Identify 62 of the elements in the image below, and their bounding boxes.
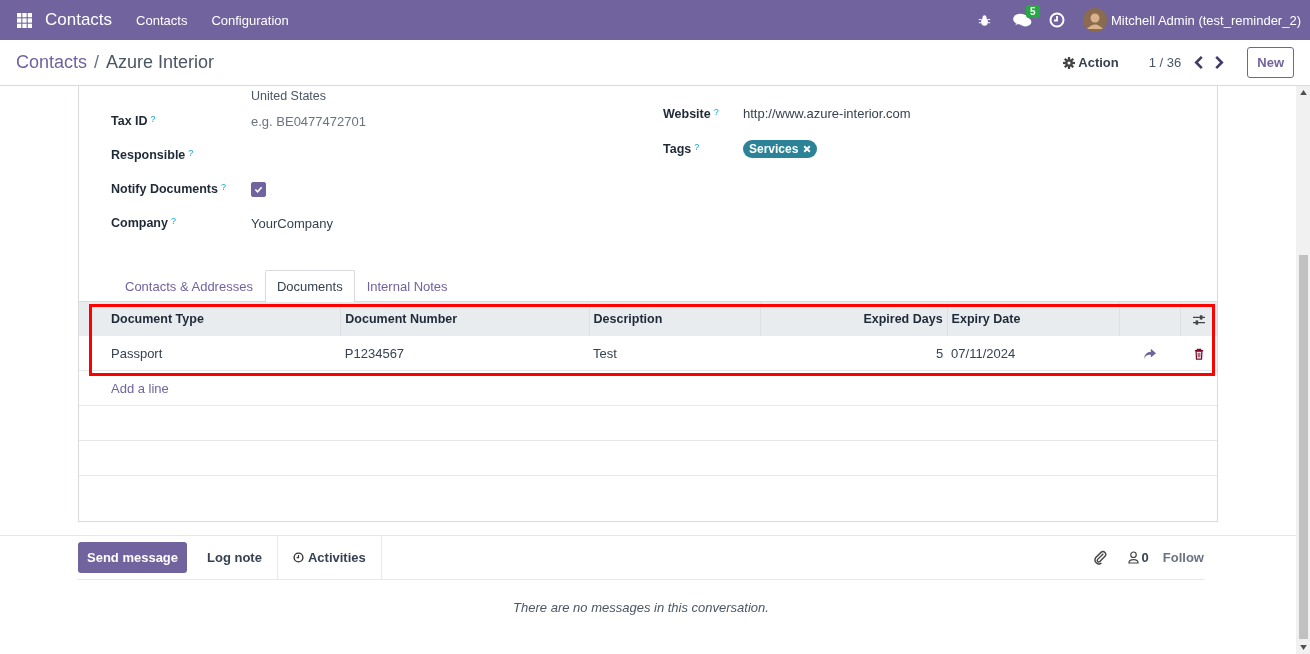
menu-item[interactable]: Contacts	[136, 12, 188, 28]
help-mark[interactable]: ?	[713, 106, 719, 117]
tag-chip[interactable]: Services	[743, 139, 818, 158]
field-label: Website	[663, 106, 711, 121]
scroll-down-icon[interactable]	[1299, 645, 1307, 650]
help-mark[interactable]: ?	[188, 148, 194, 158]
breadcrumb-separator: /	[94, 52, 100, 73]
chat-icon[interactable]	[1012, 12, 1032, 28]
remove-icon[interactable]	[803, 144, 812, 153]
scrollbar[interactable]	[1296, 86, 1310, 654]
field-label: Company	[111, 216, 168, 230]
table-cell: Passport	[79, 336, 341, 371]
paperclip-icon[interactable]	[1092, 550, 1108, 565]
check-icon	[254, 184, 263, 194]
help-mark[interactable]: ?	[150, 114, 156, 124]
scroll-up-icon[interactable]	[1299, 90, 1307, 95]
tab[interactable]: Contacts & Addresses	[113, 270, 265, 301]
tab[interactable]: Documents	[264, 270, 355, 302]
field-label: Responsible	[111, 148, 186, 162]
website-link[interactable]: http://www.azure-interior.com	[743, 106, 911, 121]
menu-item[interactable]: Configuration	[211, 12, 289, 28]
app-name[interactable]: Contacts	[45, 10, 113, 30]
user-name[interactable]: Mitchell Admin (test_reminder_2)	[1110, 12, 1301, 28]
share-arrow-icon[interactable]	[1143, 348, 1158, 361]
help-mark[interactable]: ?	[170, 216, 176, 226]
empty-conversation-text: There are no messages in this conversation.	[512, 600, 770, 615]
field-value: YourCompany	[251, 215, 333, 231]
followers-button[interactable]: 0	[1127, 550, 1149, 565]
table-cell: P1234567	[340, 336, 590, 371]
action-button[interactable]: Action	[1063, 55, 1119, 70]
clock-icon[interactable]	[1048, 12, 1065, 28]
help-mark[interactable]: ?	[220, 182, 226, 192]
field-label: Tags	[663, 141, 692, 156]
send-message-button[interactable]: Send message	[78, 542, 188, 573]
checkbox[interactable]	[251, 181, 266, 197]
help-mark[interactable]: ?	[694, 141, 700, 152]
column-options-icon[interactable]	[1192, 313, 1206, 326]
activities-button[interactable]: Activities	[276, 536, 382, 579]
bug-icon[interactable]	[977, 13, 991, 27]
message-count-badge: 5	[1025, 4, 1040, 18]
field-label: Tax ID	[111, 114, 148, 128]
field-label: Notify Documents	[111, 182, 218, 196]
clock-icon	[292, 552, 304, 563]
pager-value[interactable]: 1 / 36	[1148, 55, 1182, 70]
chevron-right-icon[interactable]	[1214, 56, 1225, 69]
follow-button[interactable]: Follow	[1162, 550, 1204, 565]
table-cell: Test	[589, 336, 761, 371]
add-line-link[interactable]: Add a line	[111, 380, 169, 396]
apps-menu-icon[interactable]	[17, 12, 32, 28]
table-cell: 07/11/2024	[947, 336, 1120, 371]
breadcrumb-link[interactable]: Contacts	[16, 52, 88, 73]
new-button[interactable]: New	[1247, 47, 1294, 78]
table-cell: 5	[760, 336, 948, 371]
record-title: Azure Interior	[106, 52, 215, 73]
settings-icon	[1063, 56, 1076, 69]
scrollbar-thumb[interactable]	[1298, 255, 1308, 639]
person-icon	[1127, 551, 1139, 564]
avatar-icon[interactable]	[1082, 8, 1107, 32]
chevron-left-icon[interactable]	[1194, 56, 1205, 69]
address-country: United States	[251, 88, 328, 104]
delete-icon[interactable]	[1193, 348, 1204, 361]
tab[interactable]: Internal Notes	[354, 270, 460, 301]
